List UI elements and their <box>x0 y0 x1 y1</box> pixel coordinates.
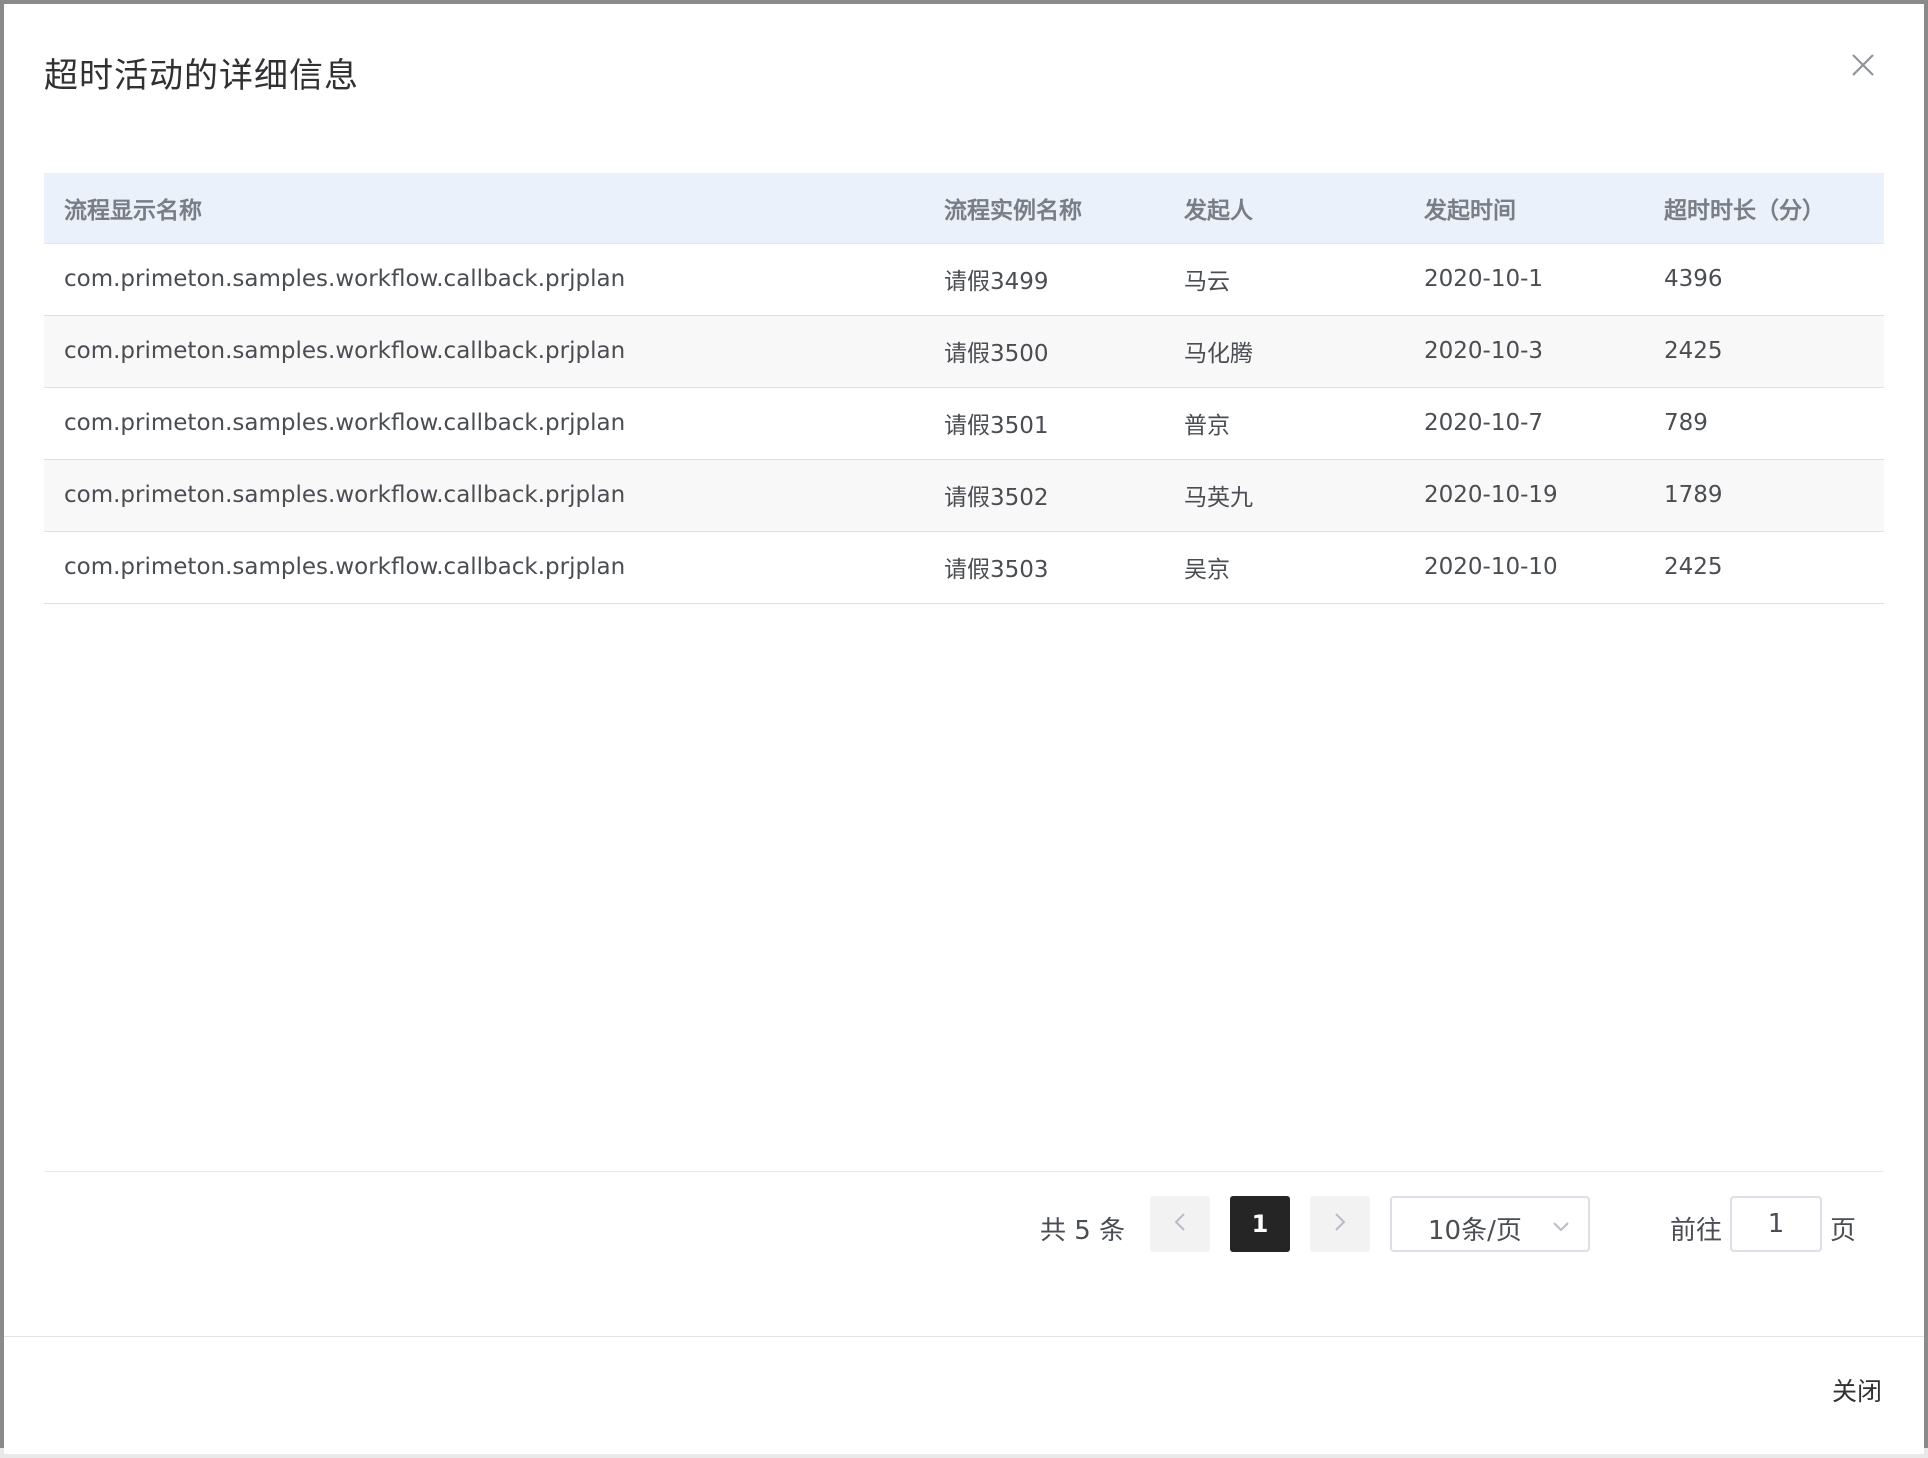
close-button[interactable]: 关闭 <box>1832 1372 1882 1408</box>
cell-process-display-name: com.primeton.samples.workflow.callback.p… <box>44 531 924 604</box>
pagination: 共 5 条 1 10条/页 前往 页 <box>4 1196 1924 1254</box>
cell-process-display-name: com.primeton.samples.workflow.callback.p… <box>44 387 924 460</box>
cell-process-display-name: com.primeton.samples.workflow.callback.p… <box>44 459 924 532</box>
table-header-row: 流程显示名称 流程实例名称 发起人 发起时间 超时时长（分） <box>44 173 1884 244</box>
chevron-left-icon <box>1173 1211 1187 1237</box>
chevron-down-icon <box>1552 1218 1570 1237</box>
cell-instance-name: 请假3499 <box>924 243 1164 316</box>
column-header-instance-name[interactable]: 流程实例名称 <box>924 173 1164 244</box>
cell-initiator: 马英九 <box>1164 459 1404 532</box>
footer-divider <box>4 1336 1924 1337</box>
table-row[interactable]: com.primeton.samples.workflow.callback.p… <box>44 315 1884 388</box>
page-number-button[interactable]: 1 <box>1230 1196 1290 1252</box>
cell-instance-name: 请假3503 <box>924 531 1164 604</box>
cell-start-time: 2020-10-19 <box>1404 459 1644 532</box>
pagination-divider <box>44 1171 1884 1172</box>
column-header-initiator[interactable]: 发起人 <box>1164 173 1404 244</box>
cell-timeout-minutes: 1789 <box>1644 459 1884 532</box>
cell-start-time: 2020-10-1 <box>1404 243 1644 316</box>
table-row[interactable]: com.primeton.samples.workflow.callback.p… <box>44 459 1884 532</box>
goto-label: 前往 <box>1670 1216 1723 1246</box>
cell-instance-name: 请假3502 <box>924 459 1164 532</box>
page-size-value: 10条/页 <box>1428 1216 1522 1246</box>
cell-instance-name: 请假3501 <box>924 387 1164 460</box>
cell-start-time: 2020-10-3 <box>1404 315 1644 388</box>
table-row[interactable]: com.primeton.samples.workflow.callback.p… <box>44 531 1884 604</box>
cell-instance-name: 请假3500 <box>924 315 1164 388</box>
timeout-activity-dialog: 超时活动的详细信息 流程显示名称 流程实例名称 发起人 发起时间 超时时长（分）… <box>4 4 1924 1454</box>
cell-initiator: 普京 <box>1164 387 1404 460</box>
dialog-header: 超时活动的详细信息 <box>4 4 1924 134</box>
close-icon[interactable] <box>1850 52 1876 78</box>
cell-timeout-minutes: 2425 <box>1644 315 1884 388</box>
table-row[interactable]: com.primeton.samples.workflow.callback.p… <box>44 387 1884 460</box>
next-page-button[interactable] <box>1310 1196 1370 1252</box>
cell-initiator: 马化腾 <box>1164 315 1404 388</box>
cell-process-display-name: com.primeton.samples.workflow.callback.p… <box>44 243 924 316</box>
data-table: 流程显示名称 流程实例名称 发起人 发起时间 超时时长（分） com.prime… <box>44 173 1884 604</box>
pagination-total: 共 5 条 <box>1040 1216 1126 1246</box>
column-header-start-time[interactable]: 发起时间 <box>1404 173 1644 244</box>
cell-initiator: 马云 <box>1164 243 1404 316</box>
cell-timeout-minutes: 789 <box>1644 387 1884 460</box>
table-row[interactable]: com.primeton.samples.workflow.callback.p… <box>44 243 1884 316</box>
goto-page-input[interactable] <box>1730 1196 1822 1252</box>
column-header-timeout-minutes[interactable]: 超时时长（分） <box>1644 173 1884 244</box>
cell-timeout-minutes: 2425 <box>1644 531 1884 604</box>
cell-start-time: 2020-10-10 <box>1404 531 1644 604</box>
prev-page-button[interactable] <box>1150 1196 1210 1252</box>
column-header-process-display-name[interactable]: 流程显示名称 <box>44 173 924 244</box>
goto-suffix: 页 <box>1830 1216 1857 1246</box>
cell-start-time: 2020-10-7 <box>1404 387 1644 460</box>
cell-initiator: 吴京 <box>1164 531 1404 604</box>
chevron-right-icon <box>1333 1211 1347 1237</box>
cell-timeout-minutes: 4396 <box>1644 243 1884 316</box>
page-size-select[interactable]: 10条/页 <box>1390 1196 1590 1252</box>
dialog-title: 超时活动的详细信息 <box>44 56 359 96</box>
cell-process-display-name: com.primeton.samples.workflow.callback.p… <box>44 315 924 388</box>
